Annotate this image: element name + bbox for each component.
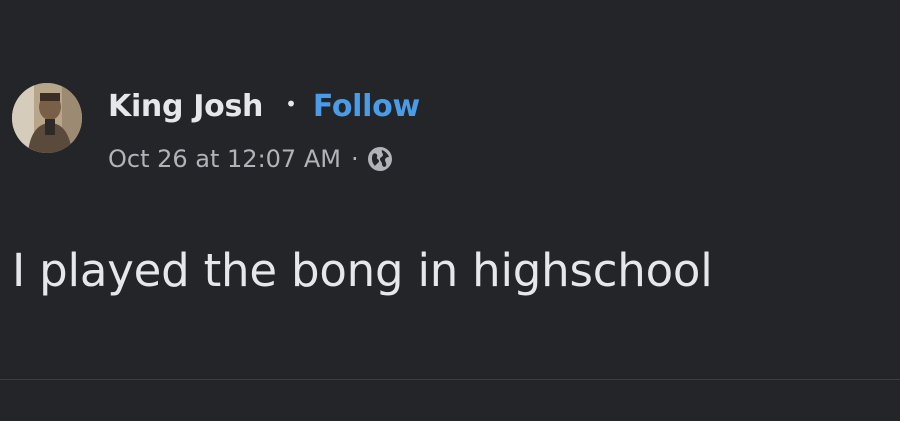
post-header: King Josh • Follow: [108, 84, 420, 128]
post-text: I played the bong in highschool: [12, 244, 713, 297]
post-card: King Josh • Follow Oct 26 at 12:07 AM · …: [0, 0, 900, 421]
divider: [0, 379, 900, 380]
author-name[interactable]: King Josh: [108, 89, 263, 124]
post-timestamp[interactable]: Oct 26 at 12:07 AM: [108, 145, 341, 173]
post-meta: Oct 26 at 12:07 AM ·: [108, 140, 393, 178]
globe-icon[interactable]: [367, 146, 393, 172]
meta-separator: ·: [350, 145, 359, 173]
avatar-photo: [12, 83, 82, 153]
header-separator: •: [285, 92, 297, 116]
follow-button[interactable]: Follow: [313, 89, 420, 124]
avatar[interactable]: [12, 83, 82, 153]
